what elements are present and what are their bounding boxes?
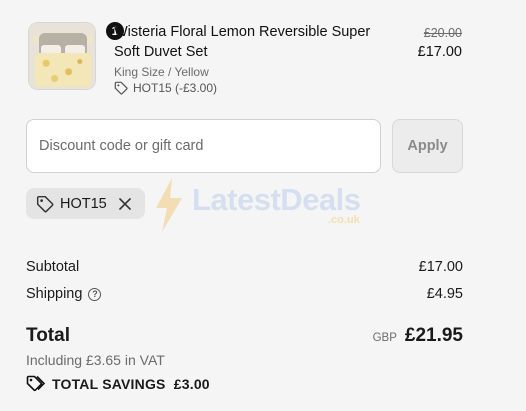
currency-code: GBP: [372, 332, 397, 344]
subtotal-row: Subtotal £17.00: [26, 259, 463, 275]
applied-discount-code: HOT15: [60, 195, 107, 212]
help-icon[interactable]: ?: [88, 287, 102, 301]
remove-discount-button[interactable]: [115, 194, 135, 214]
product-title: Wisteria Floral Lemon Reversible Super S…: [114, 24, 371, 60]
product-discount-label: HOT15 (-£3.00): [133, 81, 218, 95]
product-discount: HOT15 (-£3.00): [114, 81, 217, 95]
subtotal-value: £17.00: [418, 259, 463, 275]
watermark-brand: LatestDeals: [192, 182, 361, 217]
total-savings-label: TOTAL SAVINGS £3.00: [52, 376, 210, 392]
total-savings: TOTAL SAVINGS £3.00: [26, 375, 210, 393]
shipping-value: £4.95: [426, 286, 463, 302]
product-variant: King Size / Yellow: [114, 65, 209, 79]
latestdeals-watermark: LatestDeals .co.uk: [150, 176, 380, 236]
shipping-label: Shipping: [26, 286, 83, 302]
savings-tag-icon: [26, 375, 46, 392]
sale-price: £17.00: [417, 44, 462, 60]
tag-icon: [36, 195, 54, 212]
close-icon: [118, 197, 131, 210]
tag-icon: [114, 81, 128, 95]
subtotal-label: Subtotal: [26, 259, 80, 275]
apply-button[interactable]: Apply: [392, 119, 463, 173]
total-label: Total: [26, 325, 70, 346]
original-price: £20.00: [423, 26, 462, 40]
total-amount: £21.95: [404, 325, 463, 346]
vat-note: Including £3.65 in VAT: [26, 352, 165, 368]
line-item: 1 Wisteria Floral Lemon Reversible Super…: [26, 20, 466, 100]
discount-code-input[interactable]: [26, 119, 381, 173]
total-amount-group: GBP £21.95: [373, 325, 463, 347]
product-thumbnail: [28, 22, 96, 90]
applied-discount-chip: HOT15: [26, 188, 145, 219]
watermark-domain: .co.uk: [328, 214, 360, 226]
lightning-icon: [156, 178, 182, 232]
shipping-row: Shipping ? £4.95: [26, 286, 463, 302]
